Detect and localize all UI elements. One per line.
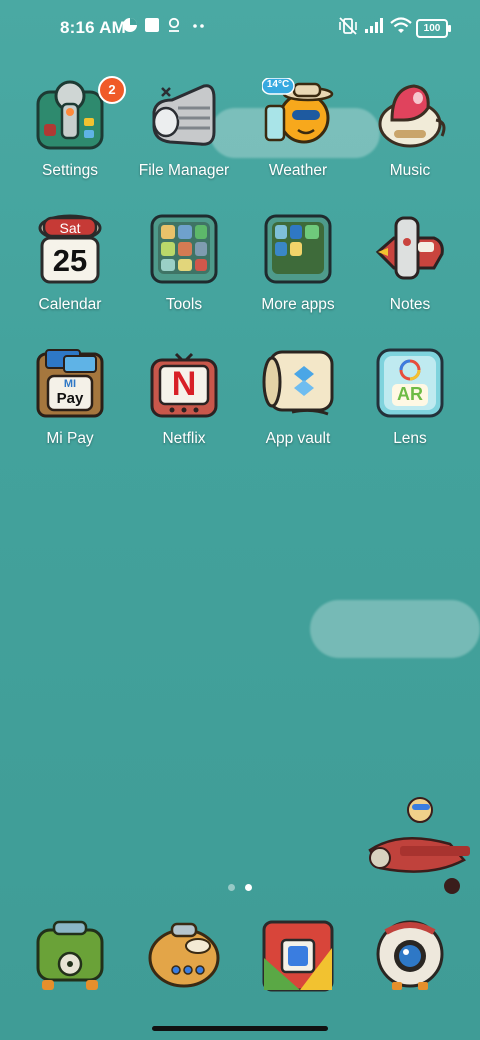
weather-temperature: 14°C (266, 79, 290, 90)
calendar-day-number: 25 (52, 243, 88, 278)
app-label: Weather (268, 162, 328, 179)
app-label: File Manager (138, 162, 230, 179)
cloud-decoration (310, 600, 480, 658)
battery-icon: 100 (416, 19, 451, 38)
music-icon (374, 78, 446, 154)
mi-pay-icon: MI Pay (34, 346, 106, 422)
app-label: Lens (393, 430, 427, 447)
messages-submarine-icon (148, 922, 220, 988)
app-label: Settings (41, 162, 98, 179)
page-dot (228, 884, 235, 891)
notification-badge: 2 (98, 76, 126, 104)
status-time: 8:16 AM (60, 18, 126, 37)
app-label: Mi Pay (46, 430, 94, 447)
status-bar: 8:16 AM 100 (0, 0, 480, 56)
wifi-icon (390, 17, 412, 40)
lens-icon: AR (374, 346, 446, 422)
app-label: Calendar (38, 296, 102, 313)
dock-camera-robot[interactable] (372, 918, 448, 994)
tools-folder-icon (148, 212, 220, 288)
gesture-bar[interactable] (152, 1026, 328, 1031)
netflix-letter: N (171, 365, 197, 403)
more-apps-folder-icon (262, 212, 334, 288)
square-notification-icon (144, 17, 160, 38)
app-label: App vault (265, 430, 331, 447)
app-label: Tools (165, 296, 203, 313)
camera-robot-icon (376, 920, 444, 990)
mi-pay-pay-text: Pay (56, 390, 84, 407)
netflix-icon: N (148, 346, 220, 422)
dock-chrome[interactable] (260, 918, 336, 994)
lens-ar-text: AR (397, 384, 423, 404)
weather-icon: 14°C (261, 77, 334, 154)
settings-icon (34, 78, 106, 154)
phone-robot-icon (36, 920, 104, 990)
chrome-icon (262, 920, 334, 992)
app-vault-icon (262, 346, 334, 422)
app-label: Notes (389, 296, 431, 313)
mi-pay-mi-text: MI (63, 378, 77, 390)
location-icon (166, 17, 182, 38)
app-label: More apps (261, 296, 335, 313)
dock-phone-robot[interactable] (32, 918, 108, 994)
battery-level: 100 (423, 23, 441, 34)
vibrate-icon (338, 17, 358, 40)
notes-icon (374, 212, 446, 288)
calendar-icon: Sat 25 (34, 212, 106, 288)
more-dots-icon (192, 17, 206, 38)
calendar-day-name: Sat (59, 220, 81, 236)
dock-messages-submarine[interactable] (146, 918, 222, 994)
app-label: Music (389, 162, 431, 179)
signal-icon (364, 17, 384, 40)
data-saver-icon (122, 17, 138, 38)
file-manager-icon (148, 78, 220, 154)
page-dot-active (245, 884, 252, 891)
page-indicator (0, 878, 480, 896)
app-label: Netflix (162, 430, 206, 447)
